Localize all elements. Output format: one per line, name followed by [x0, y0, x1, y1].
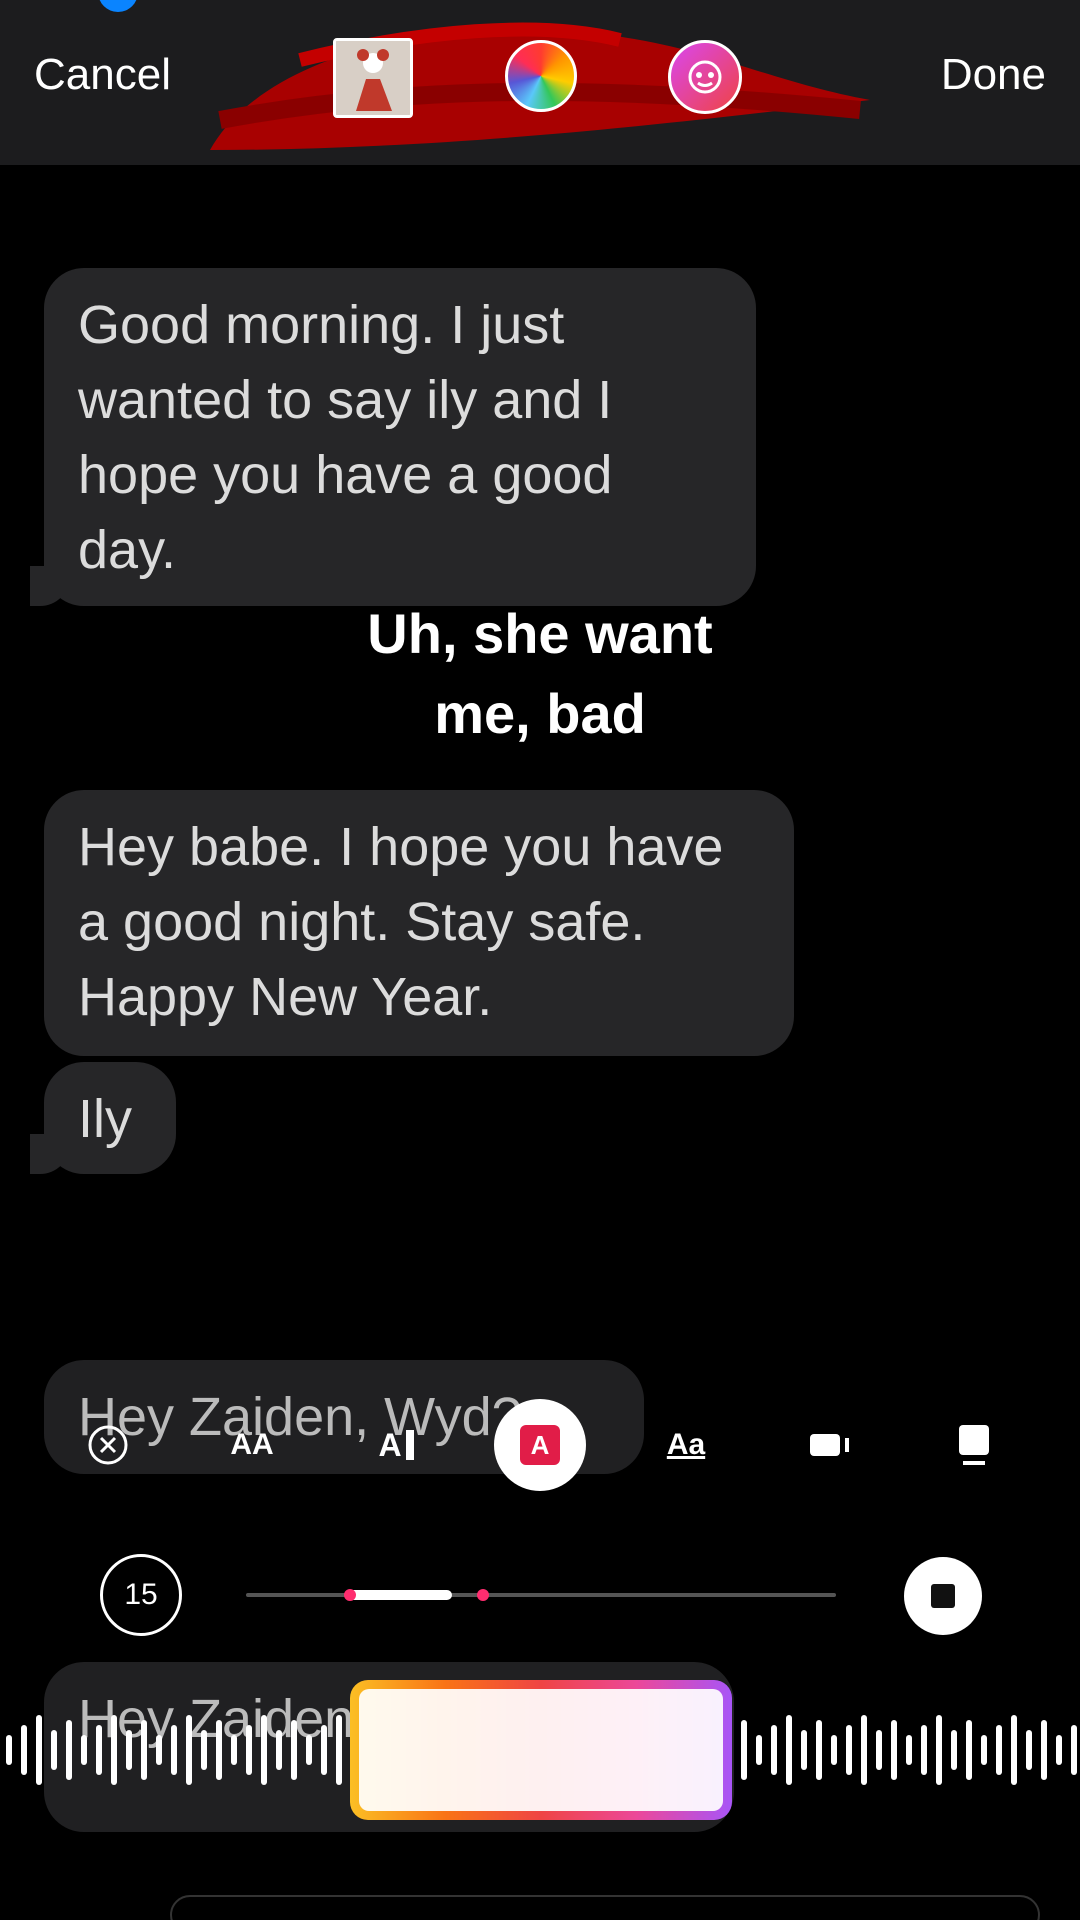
- waveform-bar: [216, 1720, 222, 1780]
- waveform-bar: [126, 1730, 132, 1770]
- playback-segment: [349, 1590, 452, 1600]
- waveform-bar: [96, 1725, 102, 1775]
- waveform-bar: [876, 1730, 882, 1770]
- waveform-bar: [81, 1735, 87, 1765]
- waveform-bar: [141, 1720, 147, 1780]
- waveform-bar: [66, 1720, 72, 1780]
- message-bubble: Good morning. I just wanted to say ily a…: [44, 268, 756, 606]
- done-button[interactable]: Done: [941, 50, 1046, 100]
- waveform-bar: [171, 1725, 177, 1775]
- waveform-bar: [756, 1735, 762, 1765]
- waveform-bar: [1011, 1715, 1017, 1785]
- style-aa-button[interactable]: Aa: [646, 1405, 726, 1485]
- card-icon[interactable]: [790, 1405, 870, 1485]
- album-art-thumbnail[interactable]: [333, 38, 413, 118]
- waveform-bar: [321, 1725, 327, 1775]
- waveform-bar: [921, 1725, 927, 1775]
- duration-selector[interactable]: 15: [100, 1554, 182, 1636]
- waveform-bar: [1041, 1720, 1047, 1780]
- waveform-bar: [846, 1725, 852, 1775]
- waveform-bar: [936, 1715, 942, 1785]
- waveform-bar: [51, 1730, 57, 1770]
- waveform-bar: [891, 1720, 897, 1780]
- card-top-icon[interactable]: [934, 1405, 1014, 1485]
- waveform-bar: [861, 1715, 867, 1785]
- waveform-bar: [21, 1725, 27, 1775]
- waveform-bar: [966, 1720, 972, 1780]
- waveform-bar: [996, 1725, 1002, 1775]
- waveform-bar: [6, 1735, 12, 1765]
- waveform-bar: [1026, 1730, 1032, 1770]
- cancel-button[interactable]: Cancel: [34, 50, 171, 100]
- waveform-bar: [201, 1730, 207, 1770]
- waveform-bar: [906, 1735, 912, 1765]
- waveform-bar: [36, 1715, 42, 1785]
- style-highlight-label: A: [520, 1425, 560, 1465]
- waveform-bar: [261, 1715, 267, 1785]
- segment-start-marker: [344, 1589, 356, 1601]
- style-karaoke-label: A: [378, 1426, 402, 1463]
- style-karaoke-button[interactable]: A: [356, 1405, 436, 1485]
- stop-button[interactable]: [904, 1557, 982, 1635]
- waveform-bar: [246, 1725, 252, 1775]
- stop-icon: [931, 1584, 955, 1608]
- lyric-line: me, bad: [434, 682, 646, 745]
- waveform-bar: [276, 1730, 282, 1770]
- waveform-bar: [156, 1735, 162, 1765]
- clear-icon[interactable]: [68, 1405, 148, 1485]
- waveform-bar: [1056, 1735, 1062, 1765]
- lyric-line: Uh, she want: [367, 602, 713, 665]
- waveform-bar: [786, 1715, 792, 1785]
- selector-window: [359, 1689, 723, 1811]
- lyric-overlay[interactable]: Uh, she want me, bad: [240, 594, 840, 754]
- waveform-bar: [111, 1715, 117, 1785]
- waveform-bar: [306, 1735, 312, 1765]
- waveform-bar: [291, 1720, 297, 1780]
- playback-track[interactable]: [246, 1593, 836, 1597]
- waveform-bar: [981, 1735, 987, 1765]
- waveform-bar: [1071, 1725, 1077, 1775]
- lyric-style-toolbar: AA A A Aa: [0, 1399, 1080, 1491]
- waveform-bar: [186, 1715, 192, 1785]
- waveform-bar: [816, 1720, 822, 1780]
- waveform-bar: [801, 1730, 807, 1770]
- waveform-bar: [831, 1735, 837, 1765]
- waveform-bar: [771, 1725, 777, 1775]
- style-highlight-button[interactable]: A: [494, 1399, 586, 1491]
- style-typewriter-button[interactable]: AA: [212, 1405, 292, 1485]
- audio-clip-selector[interactable]: [350, 1680, 732, 1820]
- waveform-bar: [741, 1720, 747, 1780]
- message-input-outline: [170, 1895, 1040, 1920]
- top-bar: 2 Cancel Done: [0, 0, 1080, 165]
- waveform-bar: [336, 1715, 342, 1785]
- color-picker-icon[interactable]: [505, 40, 577, 112]
- face-effect-icon[interactable]: [668, 40, 742, 114]
- waveform-bar: [231, 1735, 237, 1765]
- waveform-bar: [951, 1730, 957, 1770]
- playhead-marker[interactable]: [477, 1589, 489, 1601]
- message-bubble: Hey babe. I hope you have a good night. …: [44, 790, 794, 1056]
